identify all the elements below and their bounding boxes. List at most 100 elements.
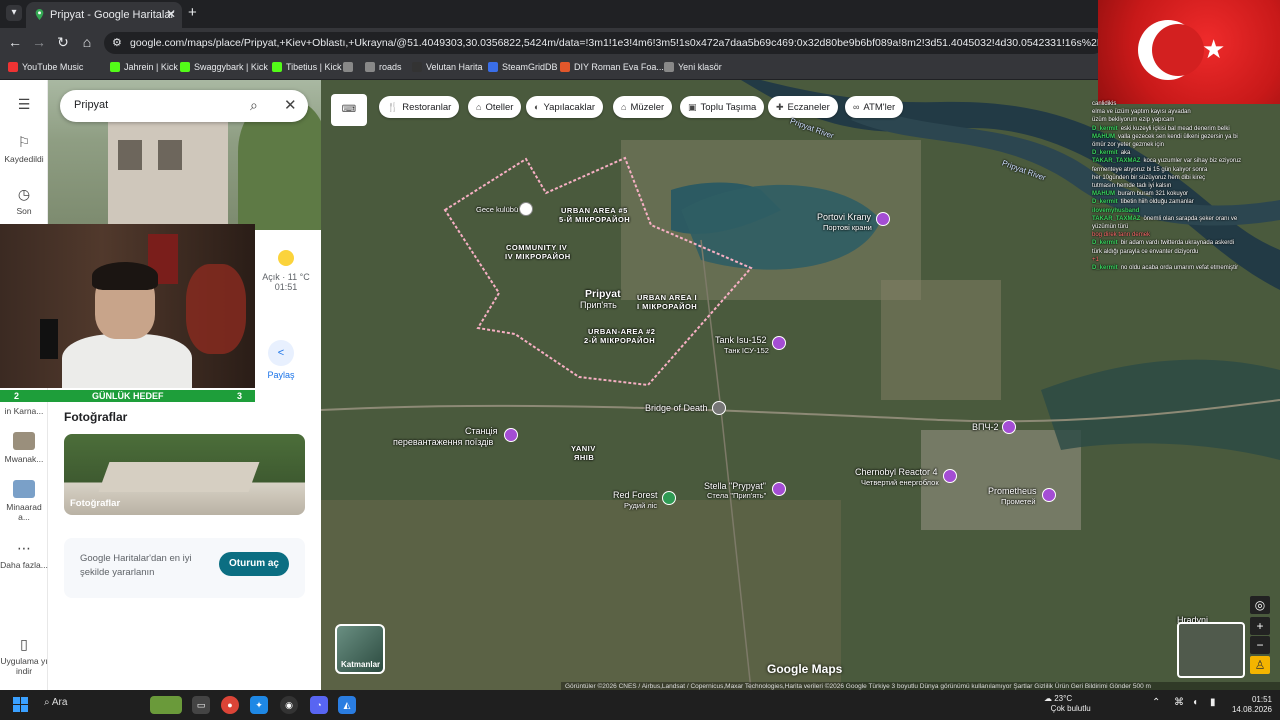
category-chip[interactable]: ⌂ Müzeler <box>613 96 673 118</box>
category-chip[interactable]: ⌂ Oteller <box>468 96 522 118</box>
obs-icon[interactable]: ◉ <box>280 696 298 714</box>
my-location-icon[interactable]: ◎ <box>1250 596 1270 614</box>
signin-button[interactable]: Oturum aç <box>219 552 289 576</box>
star-icon: ★ <box>1202 34 1226 64</box>
home-icon[interactable]: ⌂ <box>78 34 96 50</box>
layers-button[interactable]: Katmanlar <box>335 624 385 674</box>
bookmark-item[interactable]: roads <box>365 62 402 72</box>
reload-icon[interactable]: ↻ <box>54 34 72 51</box>
network-icon[interactable]: ⌘ <box>1174 697 1184 708</box>
search-box[interactable]: Pripyat ⌕ ✕ <box>60 90 308 122</box>
map-label: Рудий ліс <box>624 501 658 510</box>
landmark-pin-icon[interactable] <box>943 469 957 483</box>
rail-recent-minaarad[interactable]: Minaarad a... <box>0 480 48 522</box>
city-label[interactable]: Pripyat <box>585 288 621 300</box>
map-label[interactable]: Stella "Prypyat" <box>704 481 766 491</box>
daily-goal-bar: 2 GÜNLÜK HEDEF 3 <box>0 390 255 402</box>
nightclub-pin-icon[interactable] <box>519 202 533 216</box>
bookmark-item[interactable]: Tibetius | Kick <box>272 62 342 72</box>
discord-icon[interactable]: ◔ <box>310 696 328 714</box>
rail-recent-karna[interactable]: in Karna... <box>0 406 48 416</box>
street-view-thumbnail[interactable] <box>1177 622 1245 678</box>
tab-search-icon[interactable]: ▾ <box>6 5 22 21</box>
address-bar[interactable]: ⚙ google.com/maps/place/Pripyat,+Kiev+Ob… <box>104 32 1104 54</box>
bookmark-item[interactable]: DIY Roman Eva Foa... <box>560 62 664 72</box>
speaker-icon[interactable]: ◖ <box>1192 697 1198 708</box>
chat-username: D_kermit <box>1092 125 1118 132</box>
rail-karna-label: in Karna... <box>4 406 44 416</box>
category-chip-label: Eczaneler <box>787 102 830 113</box>
search-icon[interactable]: ⌕ <box>250 97 258 114</box>
bookmark-item[interactable] <box>343 62 357 72</box>
landmark-pin-icon[interactable] <box>772 482 786 496</box>
menu-icon[interactable]: ☰ <box>0 96 48 116</box>
signin-text: Google Haritalar'dan en iyi şekilde yara… <box>80 553 192 578</box>
zoom-out-button[interactable]: − <box>1250 636 1270 654</box>
transit-icon: ▣ <box>688 102 697 112</box>
landmark-pin-icon[interactable] <box>1002 420 1016 434</box>
forest-pin-icon[interactable] <box>662 491 676 505</box>
chrome-icon[interactable]: ● <box>221 696 239 714</box>
bookmark-item[interactable]: Velutan Harita <box>412 62 483 72</box>
map-label[interactable]: Red Forest <box>613 490 658 500</box>
category-chip[interactable]: ▣ Toplu Taşıma <box>680 96 765 118</box>
rail-recent[interactable]: ◷ Son <box>0 186 48 216</box>
back-icon[interactable]: ← <box>6 34 24 50</box>
tab-google-maps[interactable]: Pripyat - Google Haritalar ✕ <box>26 2 182 28</box>
category-chip[interactable]: ✚ Eczaneler <box>768 96 838 118</box>
photoshop-icon[interactable]: ◭ <box>338 696 356 714</box>
windows-start-icon[interactable] <box>13 697 29 713</box>
rail-saved[interactable]: ⚐ Kaydedildi <box>0 134 48 164</box>
map-label[interactable]: Tank Isu-152 <box>715 335 767 345</box>
map-label[interactable]: Portovi Krany <box>817 212 871 222</box>
taskbar-search[interactable]: ⌕ Ara <box>44 697 67 708</box>
game-app-icon[interactable] <box>150 696 182 714</box>
category-chip[interactable]: ◐ Yapılacaklar <box>526 96 604 118</box>
search-input[interactable]: Pripyat <box>74 99 108 111</box>
landmark-pin-icon[interactable] <box>772 336 786 350</box>
bookmark-item[interactable]: SteamGridDB <box>488 62 558 72</box>
file-explorer-icon[interactable]: ▭ <box>192 696 210 714</box>
bookmark-favicon-icon <box>343 62 353 72</box>
battery-icon[interactable]: ▮ <box>1210 697 1216 708</box>
photos-card[interactable]: Fotoğraflar <box>64 434 305 515</box>
site-info-icon[interactable]: ⚙ <box>112 36 122 49</box>
bookmark-label: Swaggybark | Kick <box>194 62 268 72</box>
bookmark-item[interactable]: Swaggybark | Kick <box>180 62 268 72</box>
pegman-icon[interactable]: ♙ <box>1250 656 1270 674</box>
new-tab-icon[interactable]: + <box>188 4 197 21</box>
map-label: 2-Й МІКРОРАЙОН <box>584 336 656 345</box>
landmark-pin-icon[interactable] <box>504 428 518 442</box>
category-chip[interactable]: ∞ ATM'ler <box>845 96 904 118</box>
map-label[interactable]: Bridge of Death <box>645 403 708 413</box>
bridge-pin-icon[interactable] <box>712 401 726 415</box>
forward-icon[interactable]: → <box>30 34 48 50</box>
landmark-pin-icon[interactable] <box>1042 488 1056 502</box>
rail-more[interactable]: ⋯ Daha fazla... <box>0 540 48 570</box>
rail-download-app[interactable]: ▯ Uygulama yı indir <box>0 636 48 676</box>
map-label[interactable]: Станція <box>465 426 498 436</box>
landmark-pin-icon[interactable] <box>876 212 890 226</box>
map-label[interactable]: Gece kulübü <box>476 205 518 214</box>
rail-recent-mwanak[interactable]: Mwanak... <box>0 432 48 464</box>
bookmark-item[interactable]: Jahrein | Kick <box>110 62 178 72</box>
taskbar-weather[interactable]: ☁ 23°C Çok bulutlu <box>1044 694 1091 714</box>
share-button[interactable]: < Paylaş <box>256 340 306 380</box>
chat-text: buram buram 321 kokuyor <box>1118 191 1189 198</box>
taskbar-clock[interactable]: 01:51 14.08.2026 <box>1228 695 1272 715</box>
bookmark-item[interactable]: YouTube Music <box>8 62 83 72</box>
bookmark-item[interactable]: Yeni klasör <box>664 62 722 72</box>
app-icon[interactable]: ✦ <box>250 696 268 714</box>
chat-message: TAKAR_TAXMAZ koca yuzumler var sihay biz … <box>1092 157 1280 165</box>
category-chip-label: ATM'ler <box>863 102 896 113</box>
close-icon[interactable]: ✕ <box>284 96 297 114</box>
map-label: Танк ІСУ-152 <box>724 346 769 355</box>
map-label[interactable]: Chernobyl Reactor 4 <box>855 467 938 477</box>
map-label[interactable]: ВПЧ-2 <box>972 422 998 432</box>
zoom-in-button[interactable]: + <box>1250 617 1270 635</box>
close-icon[interactable]: ✕ <box>166 7 176 21</box>
category-chip[interactable]: 🍴 Restoranlar <box>379 96 460 118</box>
tray-chevron-icon[interactable]: ⌃ <box>1152 697 1160 708</box>
map-label[interactable]: Prometheus <box>988 486 1037 496</box>
keyboard-icon[interactable]: ⌨ <box>331 94 367 126</box>
